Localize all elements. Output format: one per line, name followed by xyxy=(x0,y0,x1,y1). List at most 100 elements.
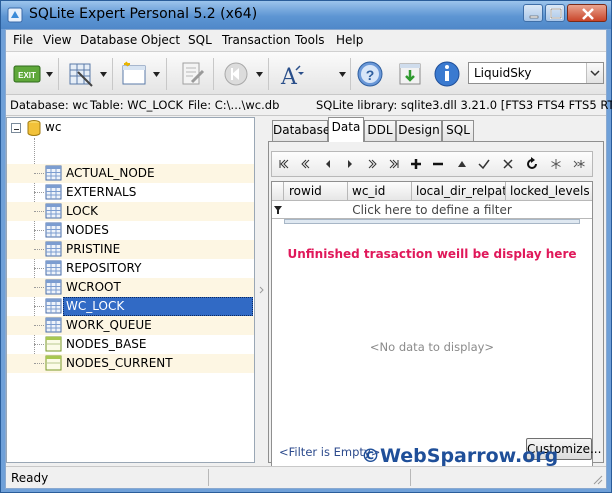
database-select[interactable]: LiquidSky xyxy=(468,62,604,84)
tab-ddl[interactable]: DDL xyxy=(364,120,396,141)
tree-root-wc[interactable]: wc xyxy=(7,118,254,138)
panel-splitter[interactable] xyxy=(256,117,266,463)
prior-record-button[interactable] xyxy=(318,154,338,174)
tab-sql[interactable]: SQL xyxy=(442,120,474,141)
tree-item[interactable]: REPOSITORY xyxy=(7,259,254,278)
tree-item[interactable]: WC_LOCK xyxy=(7,297,254,316)
no-data-placeholder: <No data to display> xyxy=(369,340,495,354)
exit-button[interactable]: EXIT xyxy=(12,58,42,90)
tree-item-label: NODES xyxy=(66,223,109,237)
refresh-icon xyxy=(527,157,537,169)
edit-record-button[interactable] xyxy=(452,154,472,174)
resize-grip-icon[interactable] xyxy=(592,474,604,486)
object-tree[interactable]: wc ACTUAL_NODE EXTERNALS LOCK NODES PRISTINE… xyxy=(6,117,255,463)
next-page-icon xyxy=(368,159,377,169)
tab-database[interactable]: Database xyxy=(272,120,330,141)
status-text: Ready xyxy=(11,471,49,485)
menu-database[interactable]: Database xyxy=(80,33,137,47)
check-icon xyxy=(478,159,490,170)
goto-bookmark-button[interactable] xyxy=(570,154,590,174)
data-grid[interactable]: rowid wc_id local_dir_relpath locked_lev… xyxy=(271,181,601,467)
menu-tools[interactable]: Tools xyxy=(295,33,325,47)
first-record-button[interactable] xyxy=(274,154,294,174)
post-edit-button[interactable] xyxy=(474,154,494,174)
tree-item[interactable]: NODES_BASE xyxy=(7,335,254,354)
tree-item[interactable]: NODES_CURRENT xyxy=(7,354,254,373)
tree-item[interactable]: LOCK xyxy=(7,202,254,221)
asterisk-icon xyxy=(551,159,561,169)
delete-record-button[interactable] xyxy=(428,154,448,174)
last-record-button[interactable] xyxy=(384,154,404,174)
menu-transaction[interactable]: Transaction xyxy=(222,33,291,47)
close-button[interactable] xyxy=(567,4,607,22)
filter-separator xyxy=(284,219,580,224)
menu-file[interactable]: File xyxy=(13,33,33,47)
cancel-edit-button[interactable] xyxy=(498,154,518,174)
tab-design[interactable]: Design xyxy=(396,120,442,141)
back-dropdown-arrow-icon[interactable] xyxy=(256,70,263,78)
view-icon xyxy=(45,336,62,352)
tree-item[interactable]: EXTERNALS xyxy=(7,183,254,202)
next-page-button[interactable] xyxy=(362,154,382,174)
tree-item-label: LOCK xyxy=(66,204,98,218)
insert-record-button[interactable] xyxy=(406,154,426,174)
next-icon xyxy=(348,160,352,168)
menu-help[interactable]: Help xyxy=(336,33,363,47)
back-button[interactable] xyxy=(220,58,252,90)
column-header-rowid[interactable]: rowid xyxy=(285,182,348,201)
menu-object[interactable]: Object xyxy=(141,33,180,47)
filter-row[interactable]: Click here to define a filter xyxy=(272,201,592,219)
collapse-toggle[interactable] xyxy=(11,123,21,133)
table-icon xyxy=(45,203,62,219)
help-button[interactable]: ? xyxy=(354,58,386,90)
save-bookmark-button[interactable] xyxy=(546,154,566,174)
grid-header: rowid wc_id local_dir_relpath locked_lev… xyxy=(272,182,592,201)
maximize-button[interactable] xyxy=(545,4,565,22)
asterisk-arrow-icon xyxy=(573,160,585,168)
table-design-button[interactable] xyxy=(64,58,96,90)
download-icon xyxy=(399,63,421,85)
table-icon xyxy=(45,317,62,333)
tree-item[interactable]: WORK_QUEUE xyxy=(7,316,254,335)
tree-item-label: WC_LOCK xyxy=(66,299,125,313)
tree-item[interactable]: WCROOT xyxy=(7,278,254,297)
menu-view[interactable]: View xyxy=(43,33,71,47)
table-icon xyxy=(45,222,62,238)
font-button[interactable]: A xyxy=(276,58,308,90)
filter-hint: Click here to define a filter xyxy=(352,203,512,217)
tree-item[interactable]: NODES xyxy=(7,221,254,240)
cross-icon xyxy=(503,159,513,169)
tab-data[interactable]: Data xyxy=(328,117,364,142)
new-object-button[interactable] xyxy=(118,58,150,90)
column-header-local-dir-relpath[interactable]: local_dir_relpath xyxy=(412,182,506,201)
object-panel: Database Data DDL Design SQL rowid wc_id… xyxy=(266,117,606,467)
font-dropdown-arrow-icon[interactable] xyxy=(339,70,346,78)
title-bar[interactable]: SQLite Expert Personal 5.2 (x64) xyxy=(1,1,611,29)
prior-page-button[interactable] xyxy=(296,154,316,174)
prior-page-icon xyxy=(301,159,310,169)
menu-sql[interactable]: SQL xyxy=(188,33,212,47)
status-bar: Ready xyxy=(6,466,606,488)
download-update-button[interactable] xyxy=(394,58,426,90)
tree-item-label: NODES_CURRENT xyxy=(66,356,173,370)
tree-item-label: REPOSITORY xyxy=(66,261,142,275)
tree-item[interactable]: ACTUAL_NODE xyxy=(7,164,254,183)
watermark: ©WebSparrow.org xyxy=(361,445,559,467)
minimize-button[interactable] xyxy=(523,4,543,22)
table-tools-icon xyxy=(69,63,93,87)
table-icon xyxy=(45,260,62,276)
next-record-button[interactable] xyxy=(340,154,360,174)
column-header-wc-id[interactable]: wc_id xyxy=(348,182,412,201)
window-title: SQLite Expert Personal 5.2 (x64) xyxy=(29,6,258,22)
new-object-dropdown-arrow-icon[interactable] xyxy=(153,70,160,78)
column-header-locked-levels[interactable]: locked_levels xyxy=(506,182,592,201)
prior-icon xyxy=(326,160,330,168)
refresh-button[interactable] xyxy=(522,154,542,174)
database-select-arrow[interactable] xyxy=(586,63,603,83)
info-button[interactable] xyxy=(431,58,463,90)
tree-item-label: WORK_QUEUE xyxy=(66,318,152,332)
edit-sql-button[interactable] xyxy=(176,58,208,90)
exit-dropdown-arrow-icon[interactable] xyxy=(46,70,53,78)
tree-item[interactable]: PRISTINE xyxy=(7,240,254,259)
table-dropdown-arrow-icon[interactable] xyxy=(100,70,107,78)
